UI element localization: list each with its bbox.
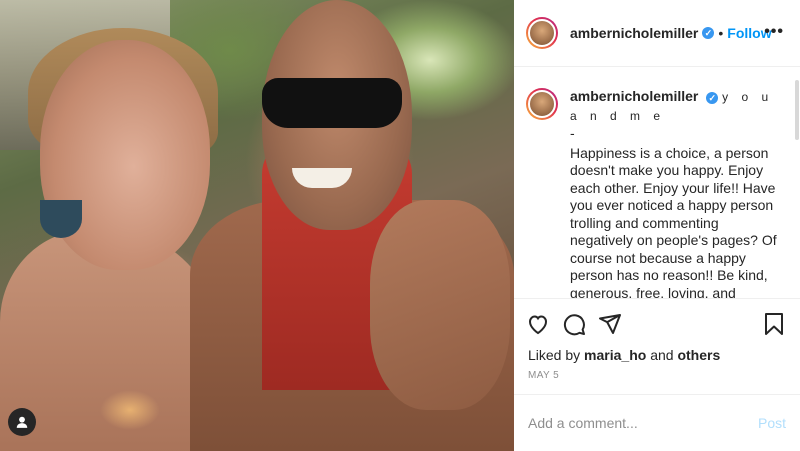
likes-and: and — [650, 347, 674, 363]
likes-prefix: Liked by — [528, 347, 581, 363]
likes-others-link[interactable]: others — [677, 347, 720, 363]
post-photo[interactable] — [0, 0, 514, 451]
likes-user-link[interactable]: maria_ho — [584, 347, 646, 363]
caption-username[interactable]: ambernicholemiller — [570, 88, 698, 104]
caption-avatar[interactable] — [526, 88, 558, 120]
header-username[interactable]: ambernicholemiller — [570, 25, 698, 41]
comment-icon[interactable] — [562, 312, 586, 336]
caption-body: ambernicholemiller ✓ y o u a n d m e - H… — [570, 88, 784, 298]
bookmark-icon[interactable] — [762, 312, 786, 336]
user-tag-icon[interactable] — [8, 408, 36, 436]
add-comment-bar: Post — [514, 394, 800, 451]
photo-earring — [40, 200, 82, 238]
comment-input[interactable] — [528, 415, 758, 431]
caption-area: ambernicholemiller ✓ y o u a n d m e - H… — [514, 68, 786, 298]
verified-badge-icon: ✓ — [706, 92, 719, 104]
more-options-icon[interactable]: ••• — [764, 23, 784, 41]
paper-plane-icon[interactable] — [598, 312, 622, 336]
post-date[interactable]: MAY 5 — [528, 370, 559, 381]
post-side-panel: ambernicholemiller ✓ • Follow ••• ambern… — [514, 0, 800, 451]
post-comment-button[interactable]: Post — [758, 415, 786, 431]
caption-scrollbar[interactable] — [794, 80, 800, 290]
heart-icon[interactable] — [526, 312, 550, 336]
caption-text: Happiness is a choice, a person doesn't … — [570, 144, 777, 299]
post-header: ambernicholemiller ✓ • Follow ••• — [514, 0, 800, 67]
header-dot-separator: • — [718, 25, 724, 41]
photo-arm — [370, 200, 510, 410]
avatar[interactable] — [526, 17, 558, 49]
likes-summary: Liked by maria_ho and others — [528, 347, 720, 363]
photo-sunglasses — [262, 78, 402, 128]
caption-row: ambernicholemiller ✓ y o u a n d m e - H… — [526, 88, 786, 298]
caption-dash: - — [570, 125, 575, 141]
post-actions: Liked by maria_ho and others MAY 5 — [514, 298, 800, 398]
verified-badge-icon: ✓ — [702, 27, 715, 39]
action-icons — [526, 312, 634, 336]
photo-lens-flare — [100, 390, 160, 430]
